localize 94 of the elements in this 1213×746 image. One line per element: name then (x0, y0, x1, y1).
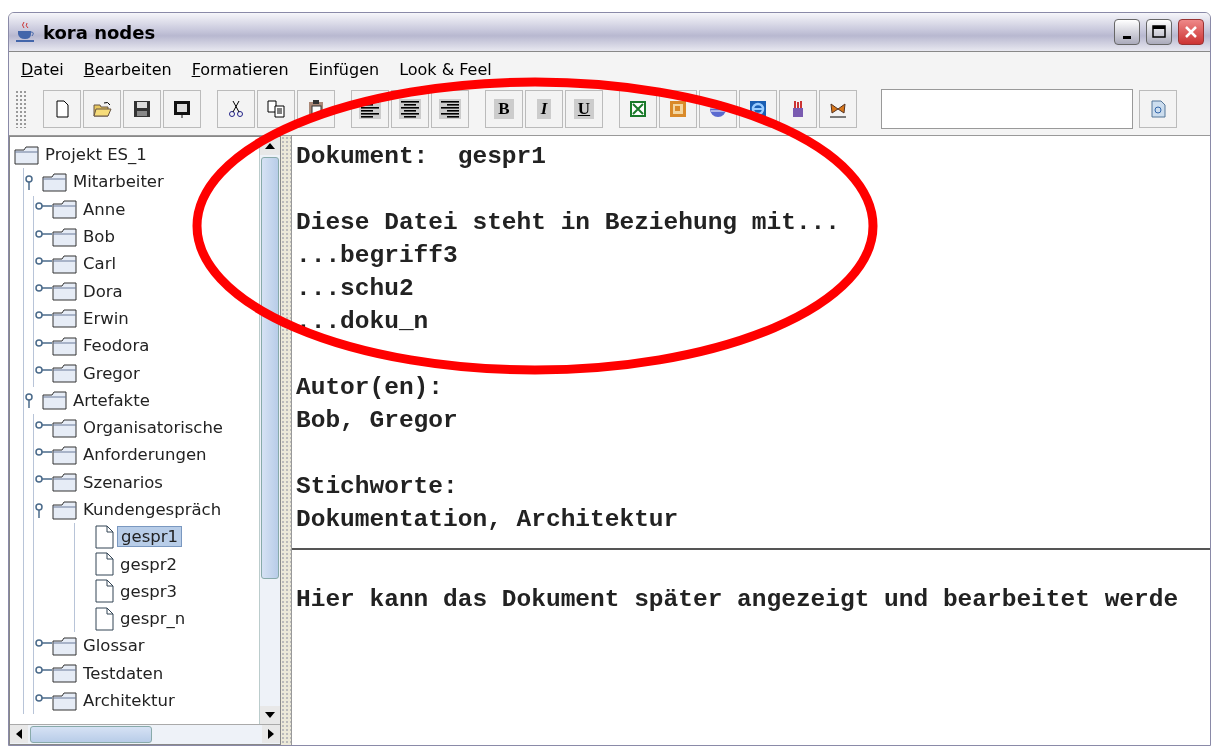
open-folder-icon (92, 99, 112, 119)
folder-icon (52, 444, 78, 465)
window-title: kora nodes (43, 21, 157, 43)
align-right-button[interactable] (431, 90, 469, 128)
toolbar-grip[interactable] (15, 90, 27, 128)
folder-icon (52, 281, 78, 302)
folder-icon (52, 253, 78, 274)
tree-item[interactable]: Mitarbeiter (70, 172, 167, 192)
presentation-board-icon (172, 99, 192, 119)
scissors-button[interactable] (217, 90, 255, 128)
folder-icon (42, 390, 68, 411)
search-field[interactable] (881, 89, 1133, 129)
horizontal-scrollbar[interactable] (10, 724, 280, 744)
document-text-line: Bob, Gregor (296, 406, 459, 436)
tree-item[interactable]: Organisatorische (80, 418, 227, 438)
align-center-icon (399, 99, 421, 119)
menu-item[interactable]: Datei (21, 58, 64, 81)
menu-item[interactable]: Look & Feel (399, 58, 492, 81)
align-right-icon (439, 99, 461, 119)
folder-icon (14, 144, 40, 165)
menu-item[interactable]: Bearbeiten (83, 58, 172, 81)
tree-item[interactable]: Glossar (80, 636, 148, 656)
document-text-line: Dokumentation, Architektur (296, 505, 680, 535)
format-button[interactable]: I (525, 90, 563, 128)
document-icon (93, 524, 115, 549)
coffee-cup-icon (15, 21, 37, 43)
scroll-down-icon[interactable] (265, 711, 275, 719)
document-text-line: ...begriff3 (296, 241, 459, 271)
tree-item[interactable]: gespr1 (117, 526, 182, 548)
folder-icon (52, 308, 78, 329)
preview-text: Hier kann das Dokument später angezeigt und bearbeitet werde (295, 585, 1180, 613)
document-text-line: ...schu2 (296, 274, 415, 304)
menu-item[interactable]: Formatieren (191, 58, 289, 81)
tree-item[interactable]: Anne (80, 199, 129, 219)
document-text-line: ...doku_n (296, 307, 430, 337)
scroll-right-icon[interactable] (267, 729, 275, 739)
scissors-icon (226, 99, 246, 119)
paint-brushes-button[interactable] (779, 90, 817, 128)
scroll-up-icon[interactable] (265, 142, 275, 150)
new-file-button[interactable] (43, 90, 81, 128)
folder-icon (52, 690, 78, 711)
tree-item[interactable]: Projekt ES_1 (42, 145, 150, 165)
tree-item[interactable]: Gregor (80, 363, 143, 383)
tree-item[interactable]: gespr2 (117, 554, 180, 574)
tree-item[interactable]: Szenarios (80, 472, 166, 492)
tree-item[interactable]: Feodora (80, 336, 153, 356)
close-icon (1184, 25, 1198, 39)
close-button[interactable] (1178, 19, 1204, 45)
tree-item[interactable]: Artefakte (70, 390, 153, 410)
tree-item[interactable]: Kundengespräch (80, 500, 225, 519)
tree-item[interactable]: Dora (80, 281, 126, 301)
tree-item[interactable]: Erwin (80, 308, 132, 328)
document-text-line: Autor(en): (296, 373, 445, 403)
menu-item[interactable]: Einfügen (308, 58, 380, 81)
tree-item[interactable]: Bob (80, 227, 118, 247)
open-folder-button[interactable] (83, 90, 121, 128)
copy-icon (266, 99, 286, 119)
folder-icon (52, 363, 78, 383)
document-icon (93, 552, 115, 577)
document-text-line: Stichworte: (296, 472, 459, 502)
tree-item[interactable]: Anforderungen (80, 445, 210, 465)
folder-icon (52, 499, 78, 520)
format-button[interactable]: B (485, 90, 523, 128)
presentation-board-button[interactable] (163, 90, 201, 128)
floppy-disk-button[interactable] (123, 90, 161, 128)
folder-icon (52, 335, 78, 356)
butterfly-button[interactable] (819, 90, 857, 128)
document-text-line: Dokument: gespr1 (296, 142, 547, 172)
folder-icon (52, 636, 78, 656)
tree-item[interactable]: gespr_n (117, 609, 189, 629)
spreadsheet-icon (628, 99, 648, 119)
maximize-button[interactable] (1146, 19, 1172, 45)
folder-icon (52, 472, 78, 493)
folder-icon (42, 171, 68, 192)
tree-item[interactable]: Testdaten (80, 663, 167, 683)
folder-icon (52, 417, 78, 438)
document-icon (93, 579, 115, 604)
minimize-button[interactable] (1114, 19, 1140, 45)
folder-icon (52, 199, 78, 220)
folder-icon (52, 663, 78, 684)
tree-item[interactable]: Architektur (80, 691, 178, 711)
minimize-icon (1123, 35, 1131, 39)
scroll-left-icon[interactable] (15, 729, 23, 739)
document-icon (93, 606, 115, 631)
document-search-icon (1148, 99, 1168, 119)
tree-item[interactable]: gespr3 (117, 581, 180, 601)
maximize-icon (1152, 25, 1166, 39)
document-text-line: Diese Datei steht in Beziehung mit... (296, 208, 841, 238)
copy-button[interactable] (257, 90, 295, 128)
vertical-scrollbar[interactable] (259, 137, 280, 724)
format-button[interactable]: U (565, 90, 603, 128)
tree-item[interactable]: Carl (80, 254, 119, 274)
slides-icon (668, 99, 688, 119)
folder-icon (52, 226, 78, 247)
